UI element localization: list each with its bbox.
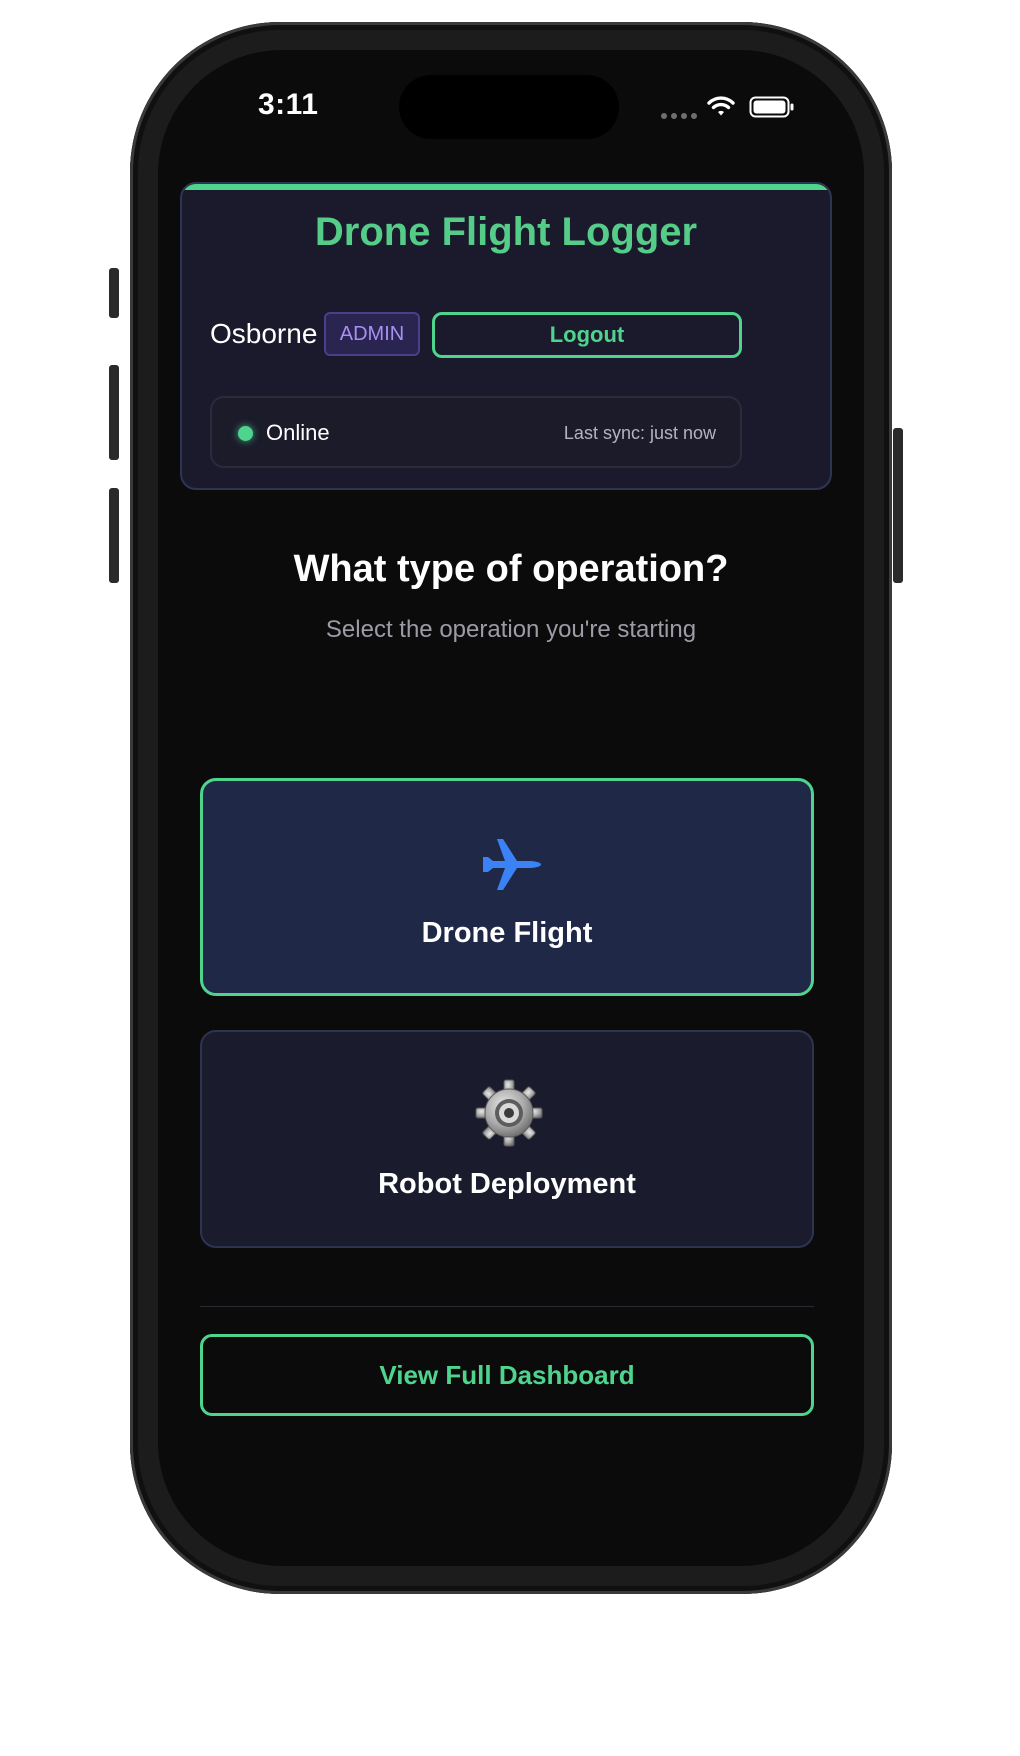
battery-icon — [749, 96, 794, 118]
airplane-icon — [483, 839, 541, 890]
screen: 3:11 Drone Flight Logger Osborne ADMIN L… — [158, 50, 864, 1566]
operation-subtitle: Select the operation you're starting — [325, 616, 697, 643]
gear-icon — [475, 1079, 543, 1147]
last-sync-text: Last sync: just now — [563, 423, 716, 443]
header-card: Drone Flight Logger Osborne ADMIN Logout… — [180, 182, 832, 490]
operation-question: What type of operation? — [293, 548, 729, 590]
robot-deployment-label: Robot Deployment — [378, 1168, 636, 1200]
status-time: 3:11 — [258, 88, 319, 121]
status-bar: 3:11 — [158, 50, 864, 160]
role-badge: ADMIN — [324, 312, 420, 356]
sync-status-panel: Online Last sync: just now — [210, 396, 742, 468]
user-name: Osborne — [210, 318, 318, 349]
action-button — [109, 268, 119, 318]
volume-up-button — [109, 365, 119, 460]
dynamic-island — [399, 75, 619, 139]
online-status-dot — [238, 426, 253, 441]
connection-status: Online — [266, 420, 330, 445]
wifi-icon — [707, 96, 735, 116]
app-title: Drone Flight Logger — [314, 210, 698, 254]
robot-deployment-option[interactable]: Robot Deployment — [200, 1030, 814, 1248]
volume-down-button — [109, 488, 119, 583]
drone-flight-option[interactable]: Drone Flight — [200, 778, 814, 996]
logout-button[interactable]: Logout — [432, 312, 742, 358]
view-dashboard-button[interactable]: View Full Dashboard — [200, 1334, 814, 1416]
power-button — [893, 428, 903, 583]
header-accent-bar — [182, 184, 830, 190]
divider — [200, 1306, 814, 1307]
cellular-signal-icon — [661, 113, 697, 119]
drone-flight-label: Drone Flight — [421, 917, 593, 949]
